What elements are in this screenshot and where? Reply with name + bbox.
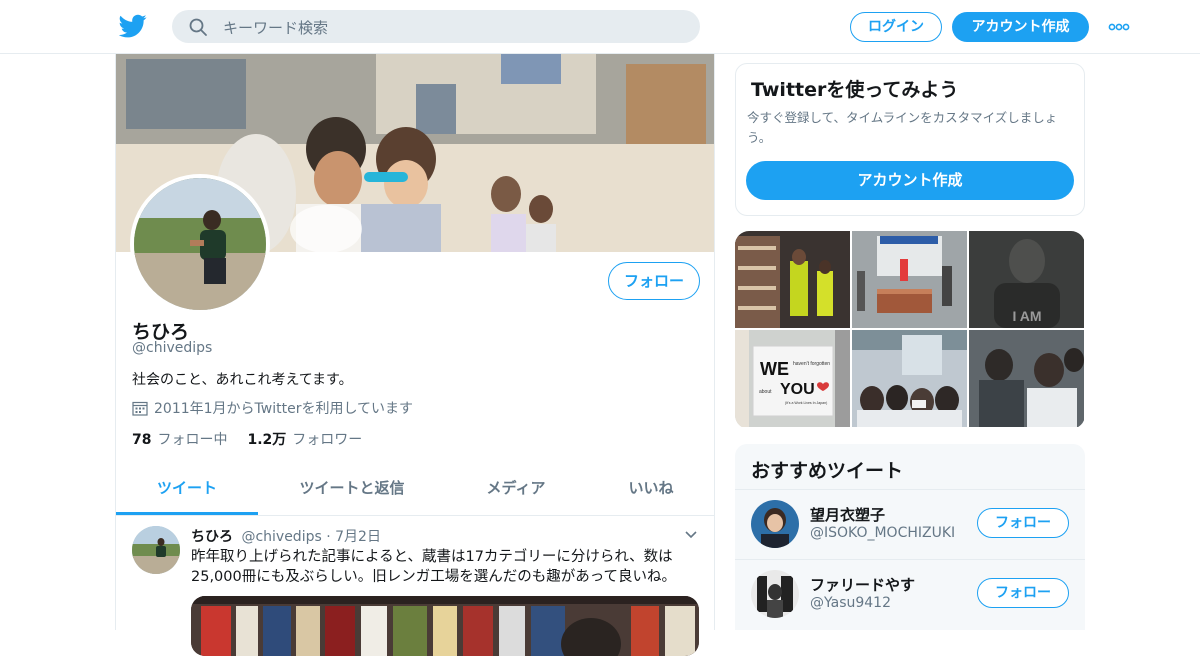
media-thumb-1[interactable] [735,231,850,328]
tweet-separator: · [326,529,331,545]
media-thumb-6[interactable] [969,330,1084,427]
media-thumb-4[interactable]: WE haven't forgotten about YOU (It's a W… [735,330,850,427]
recommended-handle-2[interactable]: @Yasu9412 [810,595,972,611]
media-grid: I AM WE haven't forgotten about YOU (It'… [735,231,1085,429]
profile-tabs: ツイート ツイートと返信 メディア いいね [116,462,714,516]
sign-small-2: (It's a Work Lives In Japan) [785,401,827,405]
login-button[interactable]: ログイン [850,12,942,42]
followers-link[interactable]: 1.2万 フォロワー [247,432,362,448]
followers-count: 1.2万 [247,432,287,448]
search-box[interactable]: キーワード検索 [172,10,700,43]
tab-likes[interactable]: いいね [606,462,696,515]
signup-card-title: Twitterを使ってみよう [751,79,959,101]
sign-small-1: haven't forgotten [793,361,830,367]
more-dots-icon[interactable] [1108,19,1130,35]
top-nav-bar: キーワード検索 ログイン アカウント作成 [0,0,1200,54]
join-date-text: 2011年1月からTwitterを利用しています [154,401,414,417]
tweet-media-image[interactable] [191,596,699,656]
recommended-user-1[interactable]: 望月衣塑子 @ISOKO_MOCHIZUKI フォロー [735,489,1085,559]
recommended-avatar-2[interactable] [751,570,799,618]
recommended-handle-1[interactable]: @ISOKO_MOCHIZUKI [810,525,972,541]
signup-card: Twitterを使ってみよう 今すぐ登録して、タイムラインをカスタマイズしましょ… [735,63,1085,216]
followers-label: フォロワー [292,432,363,448]
tweet-item[interactable]: ちひろ @chivedips · 7月2日 昨年取り上げられた記事によると、蔵書… [116,516,714,656]
profile-stats: 78 フォロー中 1.2万 フォロワー [132,429,362,449]
profile-handle[interactable]: @chivedips [132,340,212,356]
tab-tweets-replies[interactable]: ツイートと返信 [286,462,418,515]
chevron-down-icon[interactable] [684,528,698,542]
following-label: フォロー中 [157,432,228,448]
tweet-author-handle[interactable]: @chivedips [241,529,321,545]
twitter-bird-icon[interactable] [119,12,147,40]
recommended-follow-button-2[interactable]: フォロー [977,578,1069,608]
recommended-avatar-1[interactable] [751,500,799,548]
recommended-name-2[interactable]: ファリードやす [810,574,915,595]
profile-bio: 社会のこと、あれこれ考えてます。 [132,372,353,388]
profile-avatar[interactable] [130,174,270,314]
signup-card-subtitle: 今すぐ登録して、タイムラインをカスタマイズしましょう。 [747,110,1058,145]
tweet-author-name[interactable]: ちひろ [191,529,233,545]
sign-you: YOU [780,381,815,398]
search-icon [189,18,207,36]
sign-about: about [759,389,772,395]
media-thumb-2[interactable] [852,231,967,328]
search-input[interactable]: キーワード検索 [223,17,328,38]
profile-join-date: 2011年1月からTwitterを利用しています [132,398,413,418]
signup-button[interactable]: アカウント作成 [952,12,1089,42]
tweet-avatar[interactable] [132,526,180,574]
recommended-name-1[interactable]: 望月衣塑子 [810,504,885,525]
media-thumb-5[interactable] [852,330,967,427]
tab-media[interactable]: メディア [466,462,566,515]
media-thumb-3[interactable]: I AM [969,231,1084,328]
tweet-header: ちひろ @chivedips · 7月2日 [191,526,381,546]
shirt-text: I AM [1012,308,1041,324]
follow-button[interactable]: フォロー [608,262,700,300]
calendar-icon [132,401,148,416]
following-count: 78 [132,432,152,448]
profile-column: フォロー ちひろ @chivedips 社会のこと、あれこれ考えてます。 201… [115,54,715,656]
tweet-date[interactable]: 7月2日 [335,529,381,545]
recommended-title: おすすめツイート [751,460,904,482]
tweet-text: 昨年取り上げられた記事によると、蔵書は17カテゴリーに分けられ、数は25,000… [191,549,677,585]
sign-we: WE [760,359,789,379]
signup-card-button[interactable]: アカウント作成 [746,161,1074,200]
recommended-follow-button-1[interactable]: フォロー [977,508,1069,538]
recommended-user-2[interactable]: ファリードやす @Yasu9412 フォロー [735,559,1085,629]
tab-tweets[interactable]: ツイート [116,462,258,515]
recommended-tweets-card: おすすめツイート 望月衣塑子 @ISOKO_MOCHIZUKI フォロー ファリ… [735,444,1085,630]
following-link[interactable]: 78 フォロー中 [132,432,227,448]
